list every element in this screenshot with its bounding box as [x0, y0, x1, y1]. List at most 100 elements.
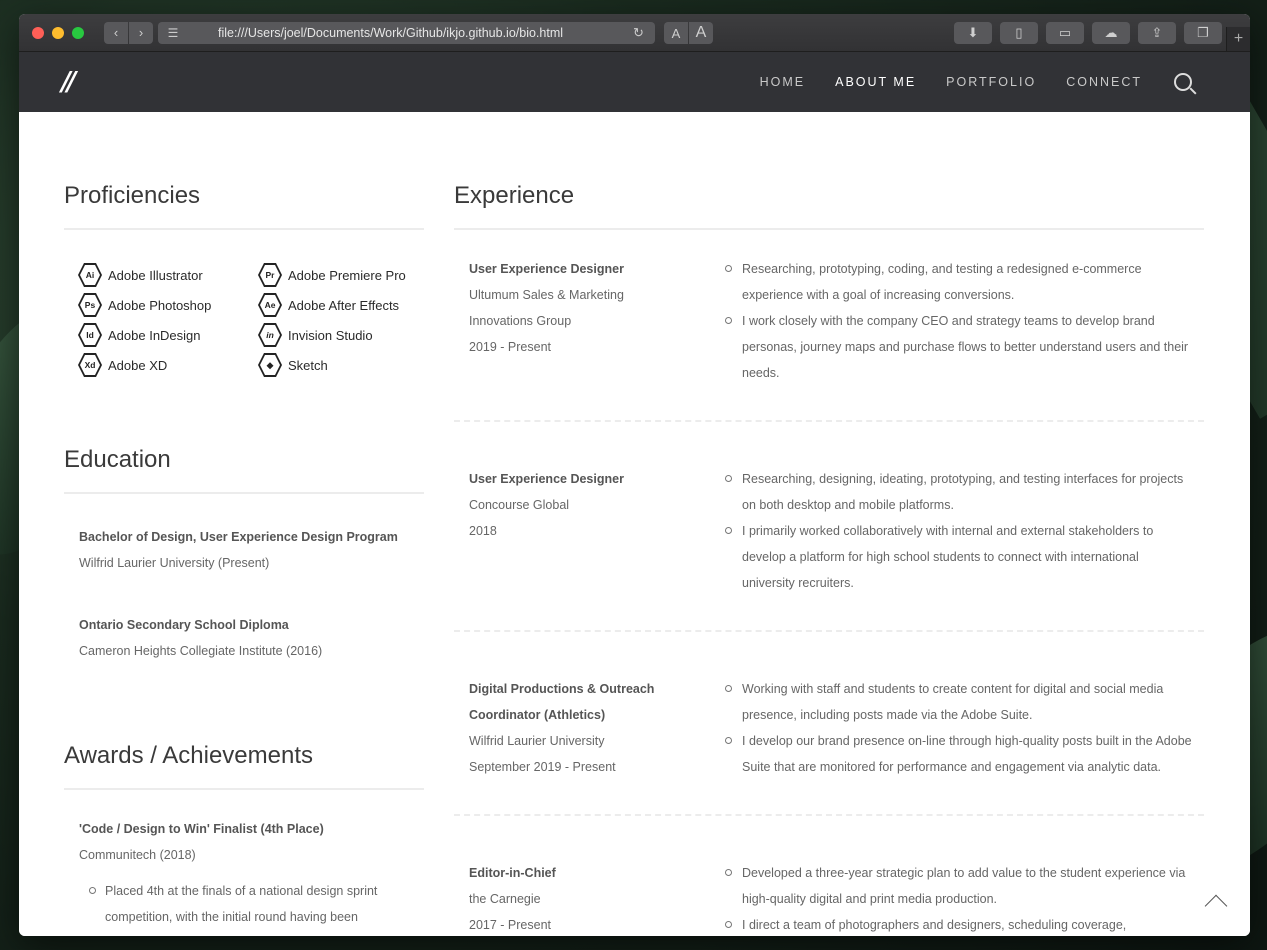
invision-icon: in [258, 323, 282, 347]
experience-bullet: Researching, prototyping, coding, and te… [724, 256, 1194, 308]
job-role: User Experience Designer [469, 472, 624, 486]
nav-connect[interactable]: CONNECT [1066, 75, 1142, 89]
experience-bullet: Researching, designing, ideating, protot… [724, 466, 1194, 518]
url-text[interactable]: file:///Users/joel/Documents/Work/Github… [188, 26, 633, 40]
new-tab-button[interactable]: + [1226, 27, 1250, 51]
education-section: Education Bachelor of Design, User Exper… [64, 446, 424, 664]
main-menu: HOME ABOUT ME PORTFOLIO CONNECT [760, 52, 1192, 112]
font-size-buttons: A A [664, 22, 713, 44]
job-role: Editor-in-Chief [469, 866, 556, 880]
downloads-button[interactable]: ⬇ [954, 22, 992, 44]
close-window-button[interactable] [32, 26, 44, 39]
after-effects-icon: Ae [258, 293, 282, 317]
experience-meta: Digital Productions & Outreach Coordinat… [469, 676, 724, 780]
illustrator-icon: Ai [78, 263, 102, 287]
institution: Cameron Heights Collegiate Institute (20… [79, 644, 323, 658]
photoshop-icon: Ps [78, 293, 102, 317]
proficiency-item: ◆ Sketch [258, 353, 438, 377]
awards-section: Awards / Achievements 'Code / Design to … [64, 742, 424, 930]
nav-portfolio[interactable]: PORTFOLIO [946, 75, 1036, 89]
proficiencies-title: Proficiencies [64, 182, 424, 230]
pip-button[interactable]: ▭ [1046, 22, 1084, 44]
job-dates: 2018 [469, 524, 497, 538]
plus-icon: + [1233, 30, 1244, 47]
proficiency-item: Xd Adobe XD [78, 353, 258, 377]
tabs-overview-button[interactable]: ❐ [1184, 22, 1222, 44]
right-column: Experience User Experience Designer Ultu… [454, 182, 1204, 936]
job-detail: Wilfrid Laurier University [469, 734, 605, 748]
page-content: Proficiencies Ai Adobe Illustrator Pr Adob… [19, 112, 1250, 936]
experience-entry: User Experience Designer Concourse Globa… [454, 422, 1204, 632]
experience-entry: Editor-in-Chief the Carnegie 2017 - Pres… [454, 816, 1204, 936]
proficiency-item: Id Adobe InDesign [78, 323, 258, 347]
experience-meta: Editor-in-Chief the Carnegie 2017 - Pres… [469, 860, 724, 936]
address-bar[interactable]: ☰ file:///Users/joel/Documents/Work/Gith… [158, 22, 655, 44]
job-role: User Experience Designer [469, 262, 624, 276]
experience-bullet: Working with staff and students to creat… [724, 676, 1194, 728]
back-button[interactable]: ‹ [104, 21, 128, 44]
experience-bullet: I direct a team of photographers and des… [724, 912, 1194, 936]
sidebar-button[interactable]: ▯ [1000, 22, 1038, 44]
icloud-button[interactable]: ☁ [1092, 22, 1130, 44]
proficiency-item: Ae Adobe After Effects [258, 293, 438, 317]
experience-meta: User Experience Designer Concourse Globa… [469, 466, 724, 596]
window-controls [32, 26, 84, 39]
proficiency-item: Pr Adobe Premiere Pro [258, 263, 438, 287]
increase-font-button[interactable]: A [689, 22, 713, 44]
experience-bullets: Researching, prototyping, coding, and te… [724, 256, 1204, 386]
share-button[interactable]: ⇪ [1138, 22, 1176, 44]
experience-bullets: Working with staff and students to creat… [724, 676, 1204, 780]
cloud-icon: ☁ [1104, 25, 1118, 40]
education-title: Education [64, 446, 424, 494]
award-org: Communitech (2018) [79, 848, 196, 862]
toolbar-right: ⬇ ▯ ▭ ☁ ⇪ ❐ [954, 22, 1222, 44]
adobe-xd-icon: Xd [78, 353, 102, 377]
browser-window: ‹ › ☰ file:///Users/joel/Documents/Work/… [19, 14, 1250, 936]
job-detail: Concourse Global [469, 498, 570, 512]
nav-home[interactable]: HOME [760, 75, 806, 89]
browser-toolbar: ‹ › ☰ file:///Users/joel/Documents/Work/… [19, 14, 1250, 52]
reader-view-icon[interactable]: ☰ [158, 26, 188, 40]
job-dates: September 2019 - Present [469, 760, 616, 774]
education-entry: Ontario Secondary School Diploma Cameron… [64, 576, 424, 664]
sidebar-icon: ▯ [1015, 25, 1023, 40]
history-buttons: ‹ › [104, 21, 153, 44]
premiere-pro-icon: Pr [258, 263, 282, 287]
institution: Wilfrid Laurier University (Present) [79, 556, 270, 570]
experience-entry: User Experience Designer Ultumum Sales &… [454, 230, 1204, 422]
share-icon: ⇪ [1151, 25, 1163, 40]
award-bullets: Placed 4th at the finals of a national d… [79, 878, 424, 930]
degree-title: Bachelor of Design, User Experience Desi… [79, 530, 398, 544]
job-detail: Innovations Group [469, 314, 572, 328]
education-entry: Bachelor of Design, User Experience Desi… [64, 494, 424, 576]
nav-about-me[interactable]: ABOUT ME [835, 75, 916, 89]
experience-bullets: Developed a three-year strategic plan to… [724, 860, 1204, 936]
decrease-font-button[interactable]: A [664, 22, 688, 44]
left-column: Proficiencies Ai Adobe Illustrator Pr Adob… [64, 182, 424, 930]
sketch-icon: ◆ [258, 353, 282, 377]
reload-icon[interactable]: ↻ [633, 25, 655, 41]
proficiency-item: Ps Adobe Photoshop [78, 293, 258, 317]
experience-bullets: Researching, designing, ideating, protot… [724, 466, 1204, 596]
forward-button[interactable]: › [129, 21, 153, 44]
search-icon[interactable] [1174, 73, 1192, 91]
job-dates: 2019 - Present [469, 340, 551, 354]
scroll-to-top-icon[interactable] [1204, 894, 1228, 918]
chevron-right-icon: › [138, 25, 144, 40]
awards-title: Awards / Achievements [64, 742, 424, 790]
tabs-icon: ❐ [1197, 25, 1209, 40]
job-detail: Ultumum Sales & Marketing [469, 288, 624, 302]
experience-bullet: I work closely with the company CEO and … [724, 308, 1194, 386]
proficiency-item: Ai Adobe Illustrator [78, 263, 258, 287]
proficiency-list: Ai Adobe Illustrator Pr Adobe Premiere Pro… [64, 230, 424, 377]
chevron-left-icon: ‹ [113, 25, 119, 40]
minimize-window-button[interactable] [52, 26, 64, 39]
award-entry: 'Code / Design to Win' Finalist (4th Pla… [64, 790, 424, 930]
experience-bullet: I develop our brand presence on-line thr… [724, 728, 1194, 780]
zoom-window-button[interactable] [72, 26, 84, 39]
job-role: Digital Productions & Outreach Coordinat… [469, 682, 655, 722]
experience-title: Experience [454, 182, 1204, 230]
award-bullet: Placed 4th at the finals of a national d… [89, 878, 424, 930]
experience-meta: User Experience Designer Ultumum Sales &… [469, 256, 724, 386]
site-logo[interactable]: // [61, 67, 76, 97]
